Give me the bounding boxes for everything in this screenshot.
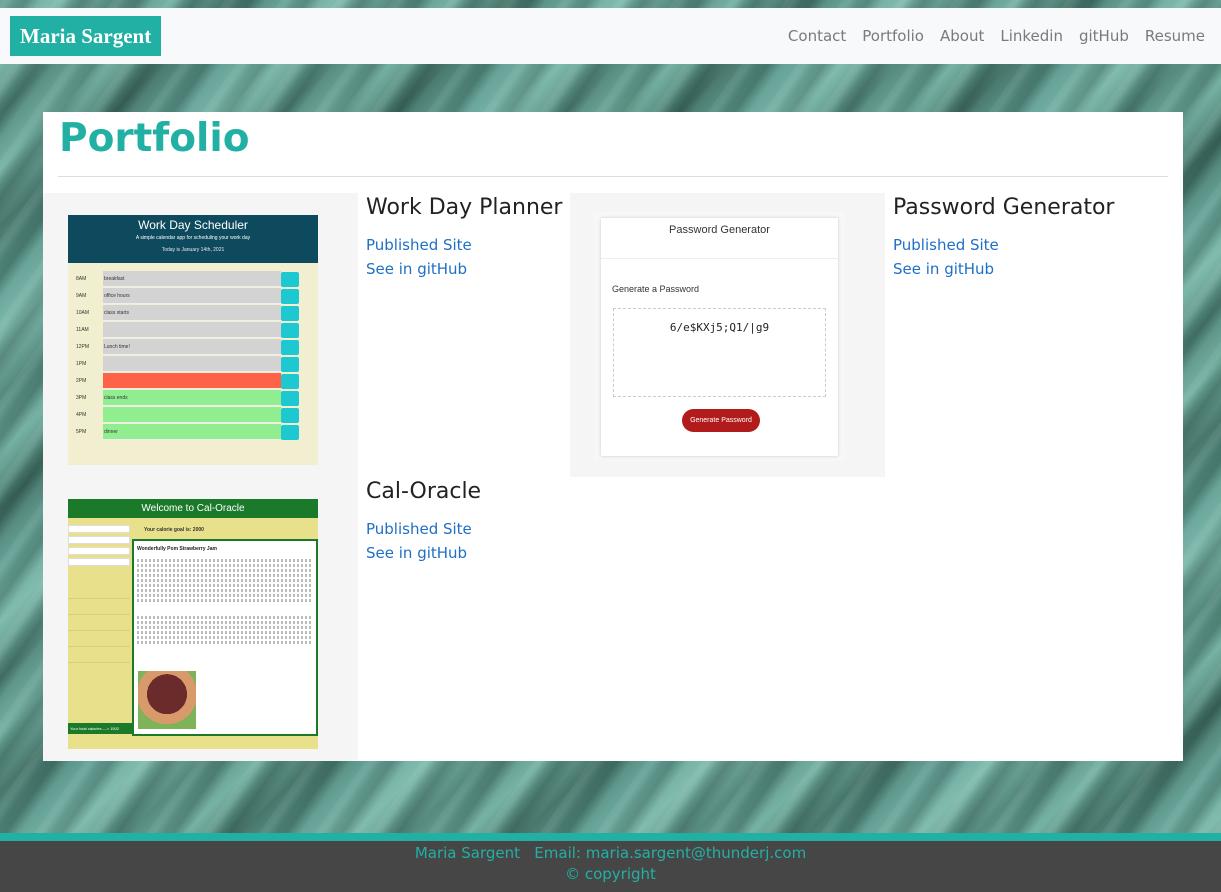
thumb-schedule-text xyxy=(103,322,281,338)
work-day-planner-published-link[interactable]: Published Site xyxy=(366,236,472,254)
thumbnail-column: Work Day Scheduler A simple calendar app… xyxy=(43,193,358,761)
work-day-planner-thumbnail[interactable]: Work Day Scheduler A simple calendar app… xyxy=(68,215,318,465)
thumb-save-icon xyxy=(281,407,299,423)
thumb-schedule-text: class starts xyxy=(103,305,281,321)
password-generator-github-link[interactable]: See in gitHub xyxy=(893,260,994,278)
thumb-save-icon xyxy=(281,373,299,389)
thumb-schedule-hour: 9AM xyxy=(76,293,87,299)
cal-oracle-thumbnail[interactable]: Welcome to Cal-Oracle Your calorie goal … xyxy=(68,499,318,749)
thumb-recipe-title: Wonderfully Pom Strawberry Jam xyxy=(137,546,217,552)
thumb-schedule-hour: 5PM xyxy=(76,429,87,435)
thumb-schedule-hour: 4PM xyxy=(76,412,87,418)
nav-links: Contact Portfolio About Linkedin gitHub … xyxy=(780,27,1213,45)
divider xyxy=(58,176,1168,177)
project-title-cal-oracle: Cal-Oracle xyxy=(366,479,482,504)
thumb-schedule-text: class ends xyxy=(103,390,281,406)
thumb-save-icon xyxy=(281,322,299,338)
footer: Maria Sargent Email: maria.sargent@thund… xyxy=(0,833,1221,892)
thumb-schedule-text xyxy=(103,373,281,389)
portfolio-card: Portfolio Work Day Scheduler A simple ca… xyxy=(43,112,1183,761)
thumb-footer: Your total calories ---> 1502 xyxy=(68,723,132,734)
thumb-jam-image xyxy=(138,671,196,729)
thumb-save-icon xyxy=(281,356,299,372)
thumb-schedule-hour: 11AM xyxy=(76,327,89,333)
thumb-subheading: Generate a Password xyxy=(612,284,700,294)
thumb-form xyxy=(68,522,130,663)
work-day-planner-github-link[interactable]: See in gitHub xyxy=(366,260,467,278)
thumb-schedule-row: 12PM Lunch time! xyxy=(76,339,299,355)
thumb-schedule-hour: 3PM xyxy=(76,395,87,401)
thumb-schedule-row: 9AM office hours xyxy=(76,288,299,304)
thumb-schedule-text: office hours xyxy=(103,288,281,304)
thumb-schedule-row: 5PM dinner xyxy=(76,424,299,440)
thumb-schedule-hour: 12PM xyxy=(76,344,90,350)
thumb-save-icon xyxy=(281,339,299,355)
thumb-schedule-text: breakfast xyxy=(103,271,281,287)
brand-logo[interactable]: Maria Sargent xyxy=(10,16,162,56)
thumb-schedule-hour: 1PM xyxy=(76,361,87,367)
thumb-generate-button: Generate Password xyxy=(682,409,760,432)
thumb-subheading: A simple calendar app for scheduling you… xyxy=(135,235,251,241)
thumb-heading: Welcome to Cal-Oracle xyxy=(68,499,318,518)
thumb-schedule-text xyxy=(103,356,281,372)
cal-oracle-github-link[interactable]: See in gitHub xyxy=(366,544,467,562)
page-title: Portfolio xyxy=(59,116,250,161)
thumb-save-icon xyxy=(281,424,299,440)
thumb-schedule-row: 2PM xyxy=(76,373,299,389)
nav-link-linkedin[interactable]: Linkedin xyxy=(992,27,1071,45)
project-title-password-generator: Password Generator xyxy=(893,195,1115,220)
thumb-schedule-text xyxy=(103,407,281,423)
thumb-heading: Work Day Scheduler xyxy=(138,218,248,232)
thumb-goal: Your calorie goal is: 2000 xyxy=(144,527,204,533)
thumb-recipe-panel: Wonderfully Pom Strawberry Jam xyxy=(132,539,318,736)
thumb-schedule-text: dinner xyxy=(103,424,281,440)
nav-link-github[interactable]: gitHub xyxy=(1071,27,1137,45)
thumb-date: Today is January 14th, 2021 xyxy=(161,247,225,253)
thumb-save-icon xyxy=(281,305,299,321)
thumb-schedule-row: 10AM class starts xyxy=(76,305,299,321)
thumb-save-icon xyxy=(281,390,299,406)
thumb-schedule-row: 4PM xyxy=(76,407,299,423)
footer-contact: Maria Sargent Email: maria.sargent@thund… xyxy=(414,844,807,862)
password-generator-thumbnail[interactable]: Password Generator Generate a Password 6… xyxy=(594,212,845,461)
nav-link-about[interactable]: About xyxy=(932,27,992,45)
thumb-save-icon xyxy=(281,288,299,304)
navbar: Maria Sargent Contact Portfolio About Li… xyxy=(0,8,1221,64)
password-generator-thumbnail-wrap: Password Generator Generate a Password 6… xyxy=(570,193,885,477)
project-title-work-day-planner: Work Day Planner xyxy=(366,195,563,220)
nav-link-contact[interactable]: Contact xyxy=(780,27,854,45)
thumb-schedule-row: 8AM breakfast xyxy=(76,271,299,287)
password-generator-published-link[interactable]: Published Site xyxy=(893,236,999,254)
thumb-save-icon xyxy=(281,271,299,287)
thumb-password: 6/e$KXj5;Q1/|g9 xyxy=(613,308,826,397)
nav-link-portfolio[interactable]: Portfolio xyxy=(854,27,932,45)
thumb-schedule-hour: 10AM xyxy=(76,310,90,316)
thumb-heading: Password Generator xyxy=(669,224,770,236)
thumb-schedule-hour: 8AM xyxy=(76,276,87,282)
nav-link-resume[interactable]: Resume xyxy=(1137,27,1213,45)
top-background-strip xyxy=(0,0,1221,8)
thumb-schedule-hour: 2PM xyxy=(76,378,87,384)
thumb-schedule-row: 11AM xyxy=(76,322,299,338)
footer-copyright: © copyright xyxy=(565,865,656,883)
cal-oracle-published-link[interactable]: Published Site xyxy=(366,520,472,538)
thumb-schedule-text: Lunch time! xyxy=(103,339,281,355)
thumb-schedule-row: 1PM xyxy=(76,356,299,372)
thumb-schedule-row: 3PM class ends xyxy=(76,390,299,406)
